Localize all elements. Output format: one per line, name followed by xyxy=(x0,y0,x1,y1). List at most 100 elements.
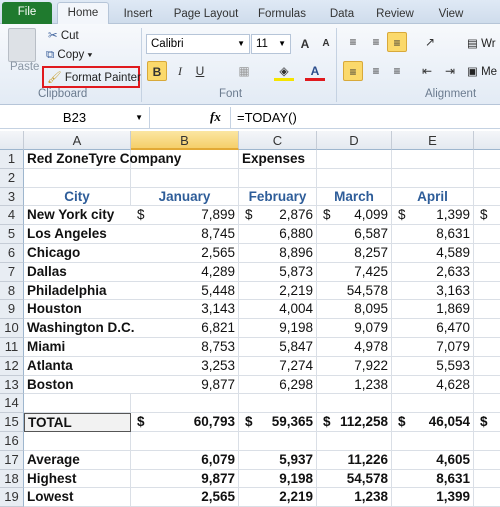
cell-a17[interactable]: Average xyxy=(24,450,131,470)
row-header[interactable]: 18 xyxy=(0,469,24,489)
cell-b12[interactable]: 3,253 xyxy=(131,356,239,376)
cell-f2[interactable] xyxy=(474,169,500,188)
cell-f11[interactable] xyxy=(474,338,500,357)
font-name-select[interactable]: Calibri ▼ xyxy=(146,34,250,54)
cell-f10[interactable] xyxy=(474,319,500,338)
grow-font-icon[interactable]: A xyxy=(295,34,315,54)
cell-e11[interactable]: 7,079 xyxy=(392,338,474,357)
cell-b13[interactable]: 9,877 xyxy=(131,375,239,395)
cell-f5[interactable] xyxy=(474,225,500,244)
row-header[interactable]: 14 xyxy=(0,394,24,414)
font-color-icon[interactable]: A xyxy=(305,61,325,81)
cell-a13[interactable]: Boston xyxy=(24,376,131,395)
align-right-icon[interactable]: ≡ xyxy=(387,61,407,81)
row-header[interactable]: 12 xyxy=(0,356,24,376)
cell-d4[interactable]: 4,099 $ xyxy=(317,206,392,226)
row-header[interactable]: 7 xyxy=(0,262,24,282)
cell-e2[interactable] xyxy=(392,168,474,188)
fill-color-icon[interactable]: ◈ xyxy=(274,61,294,81)
cell-e1[interactable] xyxy=(392,150,474,169)
cell-d14[interactable] xyxy=(317,394,392,414)
align-middle-icon[interactable]: ≡ xyxy=(366,32,386,52)
row-header[interactable]: 13 xyxy=(0,375,24,395)
name-box[interactable]: B23 ▼ xyxy=(0,107,150,129)
cell-c17[interactable]: 5,937 xyxy=(239,450,317,470)
cell-c6[interactable]: 8,896 xyxy=(239,244,317,263)
cell-f19[interactable] xyxy=(474,488,500,507)
cell-b17[interactable]: 6,079 xyxy=(131,450,239,470)
cell-f14[interactable] xyxy=(474,394,500,414)
cell-a7[interactable]: Dallas xyxy=(24,263,131,282)
cell-c3[interactable]: February xyxy=(239,187,317,207)
cell-c11[interactable]: 5,847 xyxy=(239,338,317,357)
shrink-font-icon[interactable]: A xyxy=(316,34,336,54)
cell-a18[interactable]: Highest xyxy=(24,469,131,489)
cell-c18[interactable]: 9,198 xyxy=(239,469,317,489)
row-header[interactable]: 6 xyxy=(0,244,24,263)
cell-e7[interactable]: 2,633 xyxy=(392,262,474,282)
cell-a8[interactable]: Philadelphia xyxy=(24,282,131,301)
cell-a3[interactable]: City xyxy=(24,187,131,207)
cell-c12[interactable]: 7,274 xyxy=(239,356,317,376)
formula-input[interactable]: =TODAY() xyxy=(230,107,500,129)
cell-b9[interactable]: 3,143 xyxy=(131,300,239,320)
cell-f9[interactable] xyxy=(474,300,500,320)
cell-d9[interactable]: 8,095 xyxy=(317,300,392,320)
cell-c2[interactable] xyxy=(239,168,317,188)
column-header[interactable]: C xyxy=(239,131,317,150)
decrease-indent-icon[interactable]: ⇤ xyxy=(417,61,437,81)
cell-a9[interactable]: Houston xyxy=(24,300,131,320)
borders-icon[interactable]: ▦ xyxy=(234,61,254,81)
cell-c9[interactable]: 4,004 xyxy=(239,300,317,320)
row-header[interactable]: 9 xyxy=(0,300,24,320)
cell-e5[interactable]: 8,631 xyxy=(392,225,474,244)
cell-d7[interactable]: 7,425 xyxy=(317,262,392,282)
row-header[interactable]: 16 xyxy=(0,432,24,451)
cell-e4[interactable]: 1,399 $ xyxy=(392,206,474,226)
row-header[interactable]: 15 xyxy=(0,413,24,432)
row-header[interactable]: 10 xyxy=(0,319,24,338)
cell-d19[interactable]: 1,238 xyxy=(317,488,392,507)
align-bottom-icon[interactable]: ≡ xyxy=(387,32,407,52)
cell-a4[interactable]: New York city xyxy=(24,206,131,226)
cell-c14[interactable] xyxy=(239,394,317,414)
tab-formulas[interactable]: Formulas xyxy=(254,4,310,24)
bold-button[interactable]: B xyxy=(147,61,167,81)
row-header[interactable]: 3 xyxy=(0,187,24,207)
cell-d16[interactable] xyxy=(317,432,392,451)
cell-e18[interactable]: 8,631 xyxy=(392,469,474,489)
column-header[interactable]: D xyxy=(317,131,392,150)
cell-c15[interactable]: 59,365 $ xyxy=(239,413,317,432)
tab-view[interactable]: View xyxy=(434,4,468,24)
cell-d6[interactable]: 8,257 xyxy=(317,244,392,263)
cell-d13[interactable]: 1,238 xyxy=(317,375,392,395)
cell-c8[interactable]: 2,219 xyxy=(239,281,317,301)
cell-f4[interactable]: $ xyxy=(474,206,500,226)
cell-c7[interactable]: 5,873 xyxy=(239,262,317,282)
cell-a1[interactable]: Red ZoneTyre Company xyxy=(24,150,181,169)
select-all-corner[interactable] xyxy=(0,131,24,150)
row-header[interactable]: 1 xyxy=(0,150,24,169)
cell-f18[interactable] xyxy=(474,470,500,489)
cell-e12[interactable]: 5,593 xyxy=(392,356,474,376)
cell-c1[interactable]: Expenses xyxy=(239,150,317,169)
cell-e9[interactable]: 1,869 xyxy=(392,300,474,320)
copy-button[interactable]: ⧉ Copy ▾ xyxy=(46,49,92,62)
cell-a12[interactable]: Atlanta xyxy=(24,357,131,376)
increase-indent-icon[interactable]: ⇥ xyxy=(440,61,460,81)
wrap-text-button[interactable]: ▤ Wr xyxy=(467,36,496,50)
cell-b16[interactable] xyxy=(131,432,239,451)
merge-button[interactable]: ▣ Me xyxy=(467,64,497,78)
orientation-icon[interactable]: ↗ xyxy=(420,32,440,52)
align-top-icon[interactable]: ≡ xyxy=(343,32,363,52)
cell-b10[interactable]: 6,821 xyxy=(131,319,239,338)
cell-c10[interactable]: 9,198 xyxy=(239,319,317,338)
cut-button[interactable]: ✂ Cut xyxy=(48,28,79,42)
cell-d11[interactable]: 4,978 xyxy=(317,338,392,357)
row-header[interactable]: 4 xyxy=(0,206,24,226)
cell-a6[interactable]: Chicago xyxy=(24,244,131,263)
cell-f15[interactable]: $ xyxy=(474,413,500,432)
cell-e3[interactable]: April xyxy=(392,187,474,207)
cell-e8[interactable]: 3,163 xyxy=(392,281,474,301)
tab-review[interactable]: Review xyxy=(374,4,416,24)
